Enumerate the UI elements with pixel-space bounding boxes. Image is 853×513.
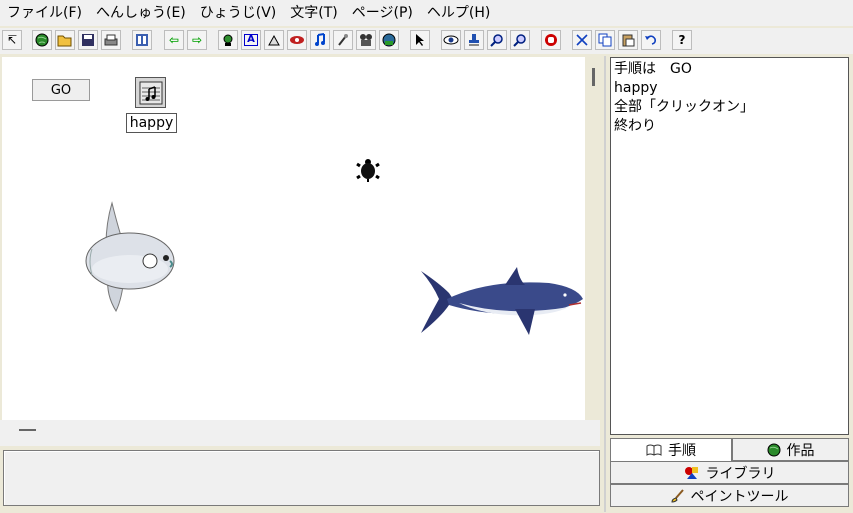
copy-icon[interactable] xyxy=(595,30,615,50)
sheet-music-icon xyxy=(139,81,162,104)
horizontal-scroll-thumb[interactable] xyxy=(19,429,36,431)
character-icon[interactable] xyxy=(218,30,238,50)
turtle-icon[interactable] xyxy=(356,157,380,183)
script-line: 終わり xyxy=(614,118,656,134)
menu-bar: ファイル(F) へんしゅう(E) ひょうじ(V) 文字(T) ページ(P) ヘル… xyxy=(0,0,853,26)
stage-canvas[interactable]: GO happy xyxy=(2,57,585,420)
globe-icon[interactable] xyxy=(32,30,52,50)
pointer-icon[interactable] xyxy=(410,30,430,50)
stage-bottom-bar xyxy=(0,420,600,446)
paintbrush-icon xyxy=(670,488,685,503)
open-folder-icon[interactable] xyxy=(55,30,75,50)
select-arrow-icon[interactable]: ↸ xyxy=(2,30,22,50)
eye-button-icon[interactable] xyxy=(287,30,307,50)
shapes-icon xyxy=(684,466,700,480)
globe-icon xyxy=(767,443,781,457)
script-editor[interactable]: 手順は GO happy 全部「クリックオン」 終わり xyxy=(610,57,849,435)
music-sound-button[interactable] xyxy=(135,77,166,108)
go-button[interactable]: GO xyxy=(32,79,90,101)
zoom-in-icon[interactable] xyxy=(487,30,507,50)
shark-icon[interactable] xyxy=(419,265,585,339)
stamp-icon[interactable] xyxy=(464,30,484,50)
print-icon[interactable] xyxy=(101,30,121,50)
forward-arrow-icon[interactable]: ⇨ xyxy=(187,30,207,50)
script-line: 手順は GO xyxy=(614,61,692,77)
cut-icon[interactable] xyxy=(572,30,592,50)
menu-file[interactable]: ファイル(F) xyxy=(0,0,89,26)
video-icon[interactable] xyxy=(379,30,399,50)
back-arrow-icon[interactable]: ⇦ xyxy=(164,30,184,50)
paste-icon[interactable] xyxy=(618,30,638,50)
tab-paint-tools-label: ペイントツール xyxy=(690,488,789,505)
menu-view[interactable]: ひょうじ(V) xyxy=(193,0,284,26)
script-line: 全部「クリックオン」 xyxy=(614,99,754,115)
text-box-icon[interactable]: A xyxy=(241,30,261,50)
message-box xyxy=(3,450,600,506)
music-button-label: happy xyxy=(126,113,177,133)
open-book-icon xyxy=(646,444,662,456)
zoom-out-icon[interactable] xyxy=(510,30,530,50)
script-line: happy xyxy=(614,80,658,96)
menu-edit[interactable]: へんしゅう(E) xyxy=(89,0,193,26)
help-icon[interactable]: ? xyxy=(672,30,692,50)
tab-works[interactable]: 作品 xyxy=(732,438,849,461)
tab-steps-label: 手順 xyxy=(668,443,696,459)
menu-help[interactable]: ヘルプ(H) xyxy=(420,0,497,26)
panel-splitter[interactable] xyxy=(604,56,606,512)
movie-camera-icon[interactable] xyxy=(356,30,376,50)
tab-paint-tools[interactable]: ペイントツール xyxy=(610,484,849,507)
microphone-icon[interactable] xyxy=(333,30,353,50)
tab-library-label: ライブラリ xyxy=(705,465,776,482)
save-icon[interactable] xyxy=(78,30,98,50)
tab-steps[interactable]: 手順 xyxy=(610,438,732,461)
page-layout-icon[interactable] xyxy=(132,30,152,50)
sunfish-icon[interactable] xyxy=(82,199,182,314)
vertical-scroll-thumb[interactable] xyxy=(592,68,595,86)
undo-icon[interactable] xyxy=(641,30,661,50)
picture-icon[interactable] xyxy=(264,30,284,50)
tab-works-label: 作品 xyxy=(786,442,815,459)
tab-library[interactable]: ライブラリ xyxy=(610,461,849,484)
view-eye-icon[interactable] xyxy=(441,30,461,50)
stop-hand-icon[interactable] xyxy=(541,30,561,50)
toolbar: ↸ ⇦ ⇨ A ? xyxy=(0,28,853,54)
menu-page[interactable]: ページ(P) xyxy=(345,0,420,26)
menu-text[interactable]: 文字(T) xyxy=(283,0,344,26)
music-note-icon[interactable] xyxy=(310,30,330,50)
